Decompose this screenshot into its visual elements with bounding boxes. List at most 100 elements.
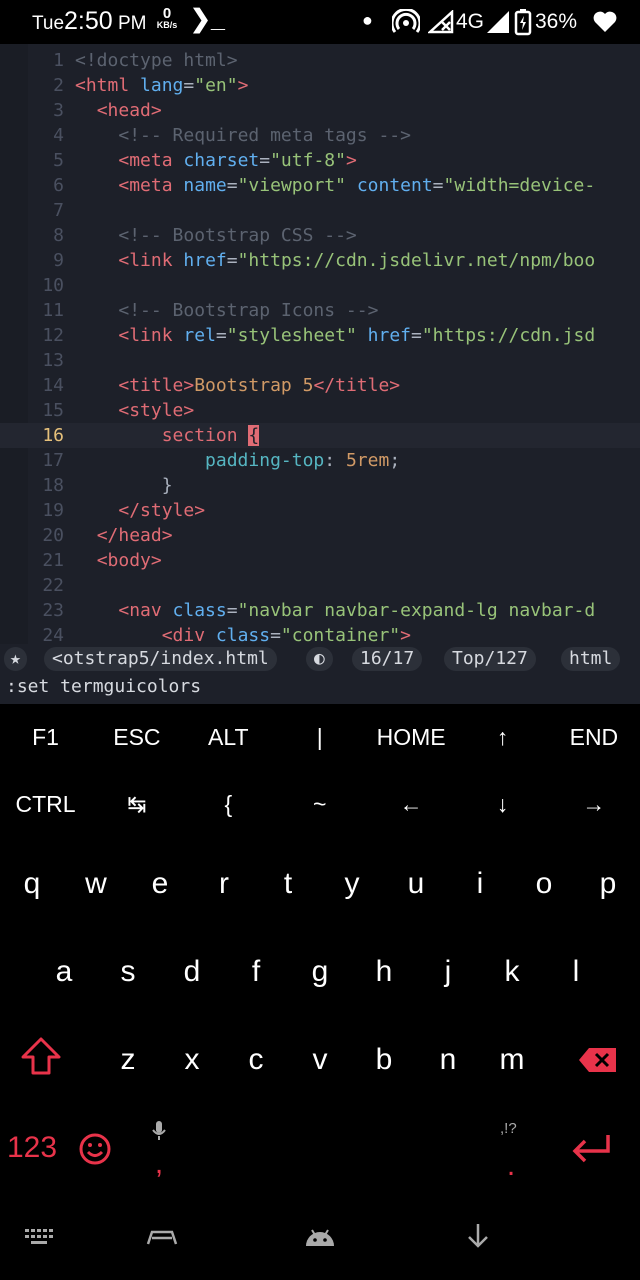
enter-key-icon[interactable] (570, 1132, 614, 1166)
code-line[interactable]: 5 <meta charset="utf-8"> (0, 148, 640, 173)
code-token: = (226, 175, 238, 196)
code-line[interactable]: 4 <!-- Required meta tags --> (0, 123, 640, 148)
key-i[interactable]: i (448, 840, 512, 928)
key-n[interactable]: n (416, 1016, 480, 1104)
code-line[interactable]: 13 (0, 348, 640, 373)
code-token: </title> (313, 375, 401, 396)
numbers-key[interactable]: 123 (0, 1104, 64, 1192)
code-line[interactable]: 11 <!-- Bootstrap Icons --> (0, 298, 640, 323)
extra-key[interactable]: CTRL (0, 771, 91, 837)
text-cursor: { (248, 425, 260, 446)
code-line[interactable]: 18 } (0, 473, 640, 498)
extra-key[interactable]: ESC (91, 704, 182, 770)
line-number: 24 (42, 625, 64, 644)
code-token: "https://cdn.jsdelivr.net/npm/boo (237, 250, 596, 271)
key-x[interactable]: x (160, 1016, 224, 1104)
key-e[interactable]: e (128, 840, 192, 928)
backspace-key-icon[interactable] (578, 1046, 618, 1074)
extra-key[interactable]: → (548, 771, 639, 837)
key-p[interactable]: p (576, 840, 640, 928)
key-q[interactable]: q (0, 840, 64, 928)
code-token: <head> (96, 100, 162, 121)
key-l[interactable]: l (544, 928, 608, 1016)
key-u[interactable]: u (384, 840, 448, 928)
command-line[interactable]: :set termguicolors (0, 674, 640, 704)
emoji-key-icon[interactable] (78, 1132, 112, 1166)
code-line[interactable]: 17 padding-top: 5rem; (0, 448, 640, 473)
key-a[interactable]: a (32, 928, 96, 1016)
mode-star-icon: ★ (4, 647, 27, 671)
code-token: <!doctype html> (75, 50, 238, 71)
code-line[interactable]: 2 <html lang="en"> (0, 73, 640, 98)
extra-key[interactable]: { (183, 771, 274, 837)
code-text: <title>Bootstrap 5</title> (75, 373, 400, 398)
code-line[interactable]: 6 <meta name="viewport" content="width=d… (0, 173, 640, 198)
code-line[interactable]: 1 <!doctype html> (0, 48, 640, 73)
key-d[interactable]: d (160, 928, 224, 1016)
code-line[interactable]: 12 <link rel="stylesheet" href="https://… (0, 323, 640, 348)
key-f[interactable]: f (224, 928, 288, 1016)
extra-key[interactable]: ↓ (457, 771, 548, 837)
code-token: <div (161, 625, 216, 644)
hide-keyboard-icon[interactable] (466, 1222, 490, 1250)
recents-icon[interactable] (146, 1228, 178, 1248)
code-line[interactable]: 10 (0, 273, 640, 298)
extra-key[interactable]: ↑ (457, 704, 548, 770)
key-j[interactable]: j (416, 928, 480, 1016)
line-number: 7 (53, 200, 64, 221)
code-line[interactable]: 22 (0, 573, 640, 598)
line-number: 5 (53, 150, 64, 171)
key-s[interactable]: s (96, 928, 160, 1016)
key-w[interactable]: w (64, 840, 128, 928)
code-line[interactable]: 15 <style> (0, 398, 640, 423)
code-line[interactable]: 21 <body> (0, 548, 640, 573)
extra-key[interactable]: ALT (183, 704, 274, 770)
android-home-icon[interactable] (304, 1226, 336, 1248)
key-h[interactable]: h (352, 928, 416, 1016)
line-number: 21 (42, 550, 64, 571)
code-line[interactable]: 3 <head> (0, 98, 640, 123)
code-token: "width=device- (443, 175, 596, 196)
code-line[interactable]: 9 <link href="https://cdn.jsdelivr.net/n… (0, 248, 640, 273)
line-number: 20 (42, 525, 64, 546)
key-z[interactable]: z (96, 1016, 160, 1104)
key-y[interactable]: y (320, 840, 384, 928)
code-line[interactable]: 23 <nav class="navbar navbar-expand-lg n… (0, 598, 640, 623)
code-text: <html lang="en"> (75, 73, 248, 98)
extra-key[interactable]: HOME (366, 704, 457, 770)
key-m[interactable]: m (480, 1016, 544, 1104)
line-number: 2 (53, 75, 64, 96)
code-text: <link href="https://cdn.jsdelivr.net/npm… (75, 248, 595, 273)
extra-key[interactable]: ↹ (91, 771, 182, 837)
key-k[interactable]: k (480, 928, 544, 1016)
extra-key[interactable]: ~ (274, 771, 365, 837)
key-o[interactable]: o (512, 840, 576, 928)
extra-key[interactable]: END (548, 704, 639, 770)
key-b[interactable]: b (352, 1016, 416, 1104)
extra-key[interactable]: F1 (0, 704, 91, 770)
status-day: Tue (32, 13, 65, 34)
extra-key[interactable]: | (274, 704, 365, 770)
key-v[interactable]: v (288, 1016, 352, 1104)
key-t[interactable]: t (256, 840, 320, 928)
code-line[interactable]: 24 <div class="container"> (0, 623, 640, 644)
code-line[interactable]: 8 <!-- Bootstrap CSS --> (0, 223, 640, 248)
key-g[interactable]: g (288, 928, 352, 1016)
keyboard-switch-icon[interactable] (24, 1228, 54, 1246)
key-c[interactable]: c (224, 1016, 288, 1104)
code-editor[interactable]: 1 <!doctype html> 2 <html lang="en"> 3 <head… (0, 44, 640, 644)
extra-key[interactable]: ← (366, 771, 457, 837)
key-r[interactable]: r (192, 840, 256, 928)
code-line[interactable]: 19 </style> (0, 498, 640, 523)
code-token: 5rem (345, 450, 390, 471)
code-text: <div class="container"> (75, 623, 411, 644)
code-line[interactable]: 14 <title>Bootstrap 5</title> (0, 373, 640, 398)
spacebar[interactable] (190, 1104, 470, 1192)
code-line[interactable]: 7 (0, 198, 640, 223)
shift-key-icon[interactable] (19, 1036, 63, 1076)
code-line[interactable]: 16 section { (0, 423, 640, 448)
code-token: > (237, 75, 249, 96)
terminal-prompt-icon: ❯_ (190, 5, 225, 33)
code-line[interactable]: 20 </head> (0, 523, 640, 548)
